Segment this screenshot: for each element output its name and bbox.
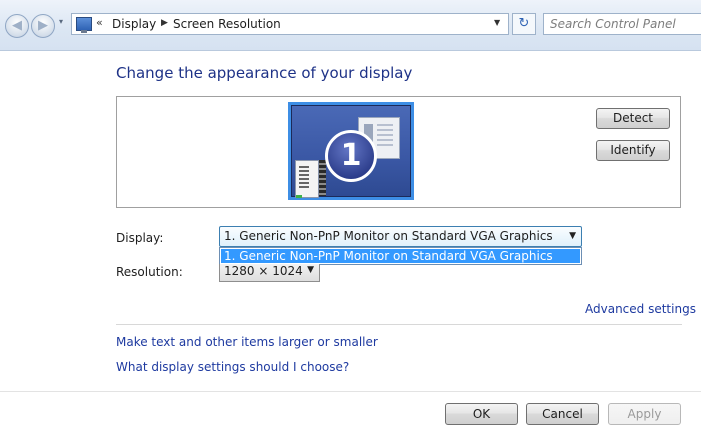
detect-button[interactable]: Detect <box>596 108 670 129</box>
text-size-link[interactable]: Make text and other items larger or smal… <box>116 335 378 349</box>
navigation-bar: ◀ ▶ ▾ « Display ▶ Screen Resolution ▼ ↻ <box>0 0 701 51</box>
display-control-panel-icon <box>76 17 92 33</box>
thumbnail-start-icon <box>296 195 302 198</box>
monitor-1-preview[interactable]: 1 <box>288 102 414 200</box>
footer-divider <box>0 391 701 392</box>
resolution-select[interactable]: 1280 × 1024 ▼ <box>219 264 320 282</box>
monitor-desktop-thumbnail: 1 <box>292 106 410 198</box>
refresh-button[interactable]: ↻ <box>512 13 536 35</box>
apply-button[interactable]: Apply <box>608 403 681 425</box>
monitor-number-badge: 1 <box>325 130 377 182</box>
display-settings-help-link[interactable]: What display settings should I choose? <box>116 360 349 374</box>
forward-arrow-icon: ▶ <box>38 18 48 33</box>
breadcrumb-screen-resolution[interactable]: Screen Resolution <box>173 17 281 31</box>
search-input[interactable] <box>550 15 700 33</box>
search-box[interactable] <box>543 13 701 35</box>
breadcrumb-separator-icon[interactable]: ▶ <box>161 18 168 28</box>
resolution-label: Resolution: <box>116 265 183 279</box>
display-select[interactable]: 1. Generic Non-PnP Monitor on Standard V… <box>219 226 582 262</box>
divider <box>116 324 682 325</box>
address-dropdown-icon[interactable]: ▼ <box>494 18 500 27</box>
thumbnail-panel-icon <box>295 160 319 198</box>
chevron-down-icon: ▼ <box>307 265 314 275</box>
breadcrumb-display[interactable]: Display <box>112 17 156 31</box>
display-label: Display: <box>116 231 164 245</box>
breadcrumb-overflow-icon[interactable]: « <box>96 16 103 29</box>
display-option-1[interactable]: 1. Generic Non-PnP Monitor on Standard V… <box>221 249 580 277</box>
refresh-icon: ↻ <box>518 16 530 31</box>
page-title: Change the appearance of your display <box>116 64 413 82</box>
display-dropdown-list: 1. Generic Non-PnP Monitor on Standard V… <box>219 247 582 277</box>
back-button[interactable]: ◀ <box>5 14 29 38</box>
cancel-button[interactable]: Cancel <box>526 403 599 425</box>
advanced-settings-link[interactable]: Advanced settings <box>585 302 696 316</box>
back-arrow-icon: ◀ <box>12 18 22 33</box>
identify-button[interactable]: Identify <box>596 140 670 161</box>
recent-pages-dropdown-icon[interactable]: ▾ <box>59 17 63 26</box>
resolution-select-value: 1280 × 1024 <box>224 264 303 278</box>
forward-button[interactable]: ▶ <box>31 14 55 38</box>
thumbnail-strip-icon <box>319 160 326 196</box>
address-bar[interactable]: « Display ▶ Screen Resolution ▼ <box>71 13 509 35</box>
ok-button[interactable]: OK <box>445 403 518 425</box>
chevron-down-icon: ▼ <box>569 231 576 241</box>
